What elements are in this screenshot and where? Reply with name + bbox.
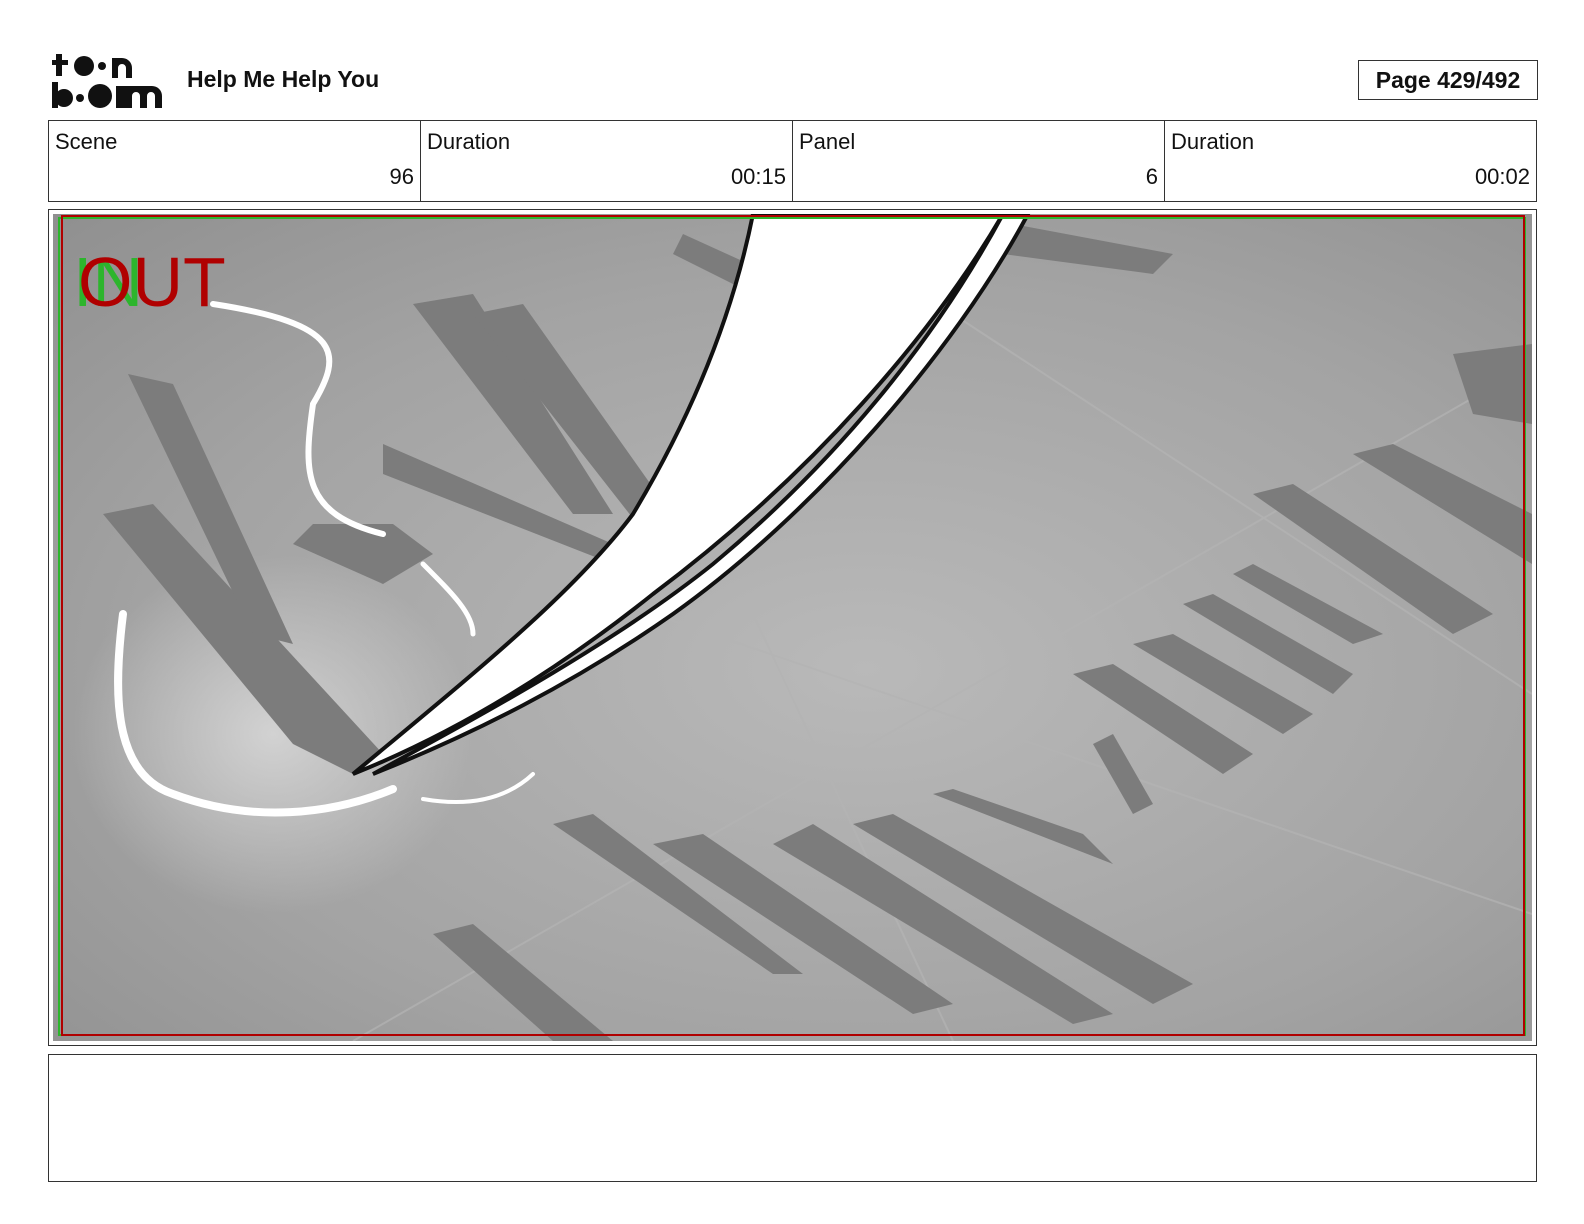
toon-boom-logo — [50, 50, 165, 112]
panel-info-row: Scene 96 Duration 00:15 Panel 6 Duration… — [48, 120, 1537, 202]
panel-duration-value: 00:02 — [1474, 164, 1530, 189]
panel-value: 6 — [1145, 164, 1158, 189]
panel-notes — [48, 1054, 1537, 1182]
panel-cell: Panel 6 — [793, 121, 1165, 201]
panel-duration-cell: Duration 00:02 — [1165, 121, 1536, 201]
scene-duration-cell: Duration 00:15 — [421, 121, 793, 201]
out-marker: OUT — [78, 243, 226, 321]
scene-cell: Scene 96 — [49, 121, 421, 201]
storyboard-panel: IN OUT — [48, 209, 1537, 1046]
panel-label: Panel — [799, 129, 856, 154]
scene-duration-value: 00:15 — [730, 164, 786, 189]
panel-drawing: IN OUT — [53, 214, 1532, 1041]
panel-duration-label: Duration — [1171, 129, 1255, 154]
scene-duration-label: Duration — [427, 129, 511, 154]
scene-value: 96 — [389, 164, 414, 189]
page-counter: Page 429/492 — [1358, 60, 1538, 100]
project-title: Help Me Help You — [187, 66, 380, 92]
scene-label: Scene — [55, 129, 118, 154]
